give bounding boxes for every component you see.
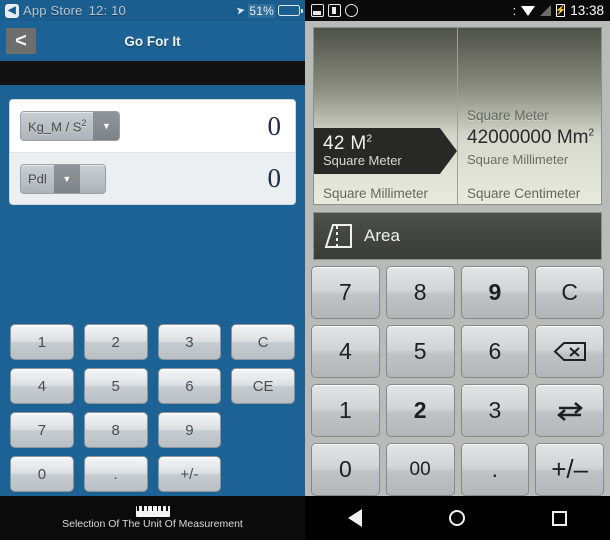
backspace-icon: [553, 342, 586, 361]
key-4[interactable]: 4: [311, 325, 380, 378]
key-blank: [231, 456, 295, 492]
android-nav-bar: [305, 496, 610, 540]
android-bug-icon: [345, 4, 358, 17]
swap-arrows-icon: [556, 401, 583, 421]
key-8[interactable]: 8: [385, 266, 455, 319]
android-status-bar: : ⚡ 13:38: [305, 0, 610, 21]
ios-converter-card: Kg_M / S2 ▼ 0 Pdl ▼ 0: [9, 99, 296, 205]
page-title: Go For It: [124, 33, 181, 49]
chevron-down-icon[interactable]: ▼: [53, 164, 80, 193]
key-double-zero[interactable]: 00: [385, 443, 455, 496]
android-status-time: 13:38: [570, 3, 604, 18]
key-clear[interactable]: C: [535, 266, 604, 319]
key-sign[interactable]: +/–: [535, 443, 604, 496]
converted-value-right: 42000000 Mm2: [467, 127, 595, 148]
back-button[interactable]: <: [6, 28, 36, 54]
key-0[interactable]: 0: [10, 456, 74, 492]
key-1[interactable]: 1: [10, 324, 74, 360]
key-6[interactable]: 6: [460, 325, 530, 378]
key-6[interactable]: 6: [157, 368, 222, 404]
android-status-right: : ⚡ 13:38: [513, 3, 604, 18]
key-decimal[interactable]: .: [83, 456, 148, 492]
bluetooth-icon: :: [512, 3, 517, 18]
unit-column-right[interactable]: Square Meter Square Centimeter Kilometer…: [457, 28, 601, 204]
key-9[interactable]: 9: [157, 412, 222, 448]
chevron-down-icon[interactable]: ▼: [93, 112, 120, 140]
key-4[interactable]: 4: [10, 368, 74, 404]
ios-status-right: ➤ 51%: [235, 3, 303, 18]
ios-nav-bar: < Go For It: [0, 21, 305, 61]
battery-percent-label: 51%: [248, 3, 275, 18]
key-clear[interactable]: C: [231, 324, 295, 360]
unit-column-left[interactable]: Square Millimeter Centimeter Quadrato 42…: [314, 28, 457, 204]
ios-status-app-name[interactable]: App Store: [23, 3, 83, 18]
ios-keypad: 1 2 3 C 4 5 6 CE 7 8 9 0 . +/-: [0, 324, 305, 496]
android-keypad: 7 8 9 C 4 5 6 1 2 3 0 00 . +/–: [311, 266, 604, 496]
ios-divider-band: [0, 61, 305, 85]
key-2[interactable]: 2: [83, 324, 148, 360]
key-sign[interactable]: +/-: [157, 456, 222, 492]
selected-value-left: 42 M2: [323, 132, 373, 154]
key-7[interactable]: 7: [10, 412, 74, 448]
converter-row-from: Kg_M / S2 ▼ 0: [10, 100, 295, 152]
ios-tab-label: Selection Of The Unit Of Measurement: [62, 518, 243, 530]
converter-value-to[interactable]: 0: [268, 163, 286, 194]
key-5[interactable]: 5: [385, 325, 455, 378]
wifi-icon: [521, 5, 536, 16]
key-swap-units[interactable]: [535, 384, 604, 437]
converter-row-to: Pdl ▼ 0: [10, 152, 295, 204]
category-bar[interactable]: Area: [313, 212, 602, 260]
chevron-left-icon[interactable]: ◀: [5, 3, 19, 18]
signal-icon: [540, 5, 552, 16]
converted-unit-name-right: Square Millimeter: [467, 152, 569, 167]
ios-status-left: ◀ App Store 12: 10: [5, 3, 236, 18]
key-backspace[interactable]: [535, 325, 604, 378]
key-decimal[interactable]: .: [460, 443, 530, 496]
key-2[interactable]: 2: [385, 384, 455, 437]
dual-screenshot-container: ◀ App Store 12: 10 ➤ 51% < Go For It Kg_…: [0, 0, 610, 540]
selected-unit-left[interactable]: 42 M2 Square Meter: [314, 128, 457, 174]
key-9[interactable]: 9: [460, 266, 530, 319]
circle-home-icon[interactable]: [448, 510, 465, 526]
unit-list-item[interactable]: Square Millimeter: [314, 174, 457, 204]
area-shape-icon: [324, 224, 352, 248]
key-clear-entry[interactable]: CE: [231, 368, 295, 404]
unit-select-from-label: Kg_M / S2: [28, 117, 87, 135]
key-7[interactable]: 7: [311, 266, 380, 319]
location-arrow-icon: ➤: [235, 4, 247, 18]
key-3[interactable]: 3: [157, 324, 222, 360]
key-0[interactable]: 0: [311, 443, 380, 496]
key-8[interactable]: 8: [83, 412, 148, 448]
key-blank: [231, 412, 295, 448]
key-5[interactable]: 5: [83, 368, 148, 404]
android-app-panel: : ⚡ 13:38 Square Millimeter Centimeter Q…: [305, 0, 610, 540]
ios-status-time: 12: 10: [88, 3, 126, 18]
ruler-icon: [135, 506, 170, 517]
unit-select-to[interactable]: Pdl ▼: [20, 163, 106, 194]
unit-select-from[interactable]: Kg_M / S2 ▼: [20, 111, 121, 141]
selected-unit-name-left: Square Meter: [323, 153, 402, 169]
sim-card-icon: [328, 4, 341, 17]
ios-tab-bar[interactable]: Selection Of The Unit Of Measurement: [0, 496, 305, 540]
key-3[interactable]: 3: [460, 384, 530, 437]
ios-status-bar: ◀ App Store 12: 10 ➤ 51%: [0, 0, 305, 21]
screenshot-icon: [311, 4, 324, 17]
unit-list-item[interactable]: Square Centimeter: [458, 174, 601, 204]
triangle-back-icon[interactable]: [348, 509, 363, 527]
key-1[interactable]: 1: [311, 384, 380, 437]
category-label: Area: [364, 226, 400, 245]
ios-app-panel: ◀ App Store 12: 10 ➤ 51% < Go For It Kg_…: [0, 0, 305, 540]
battery-charging-icon: ⚡: [555, 4, 567, 17]
unit-display-panel: Square Millimeter Centimeter Quadrato 42…: [313, 27, 602, 205]
unit-select-to-label: Pdl: [28, 171, 47, 187]
battery-icon: [278, 5, 303, 16]
converter-value-from[interactable]: 0: [268, 111, 286, 142]
square-recents-icon[interactable]: [551, 510, 567, 526]
